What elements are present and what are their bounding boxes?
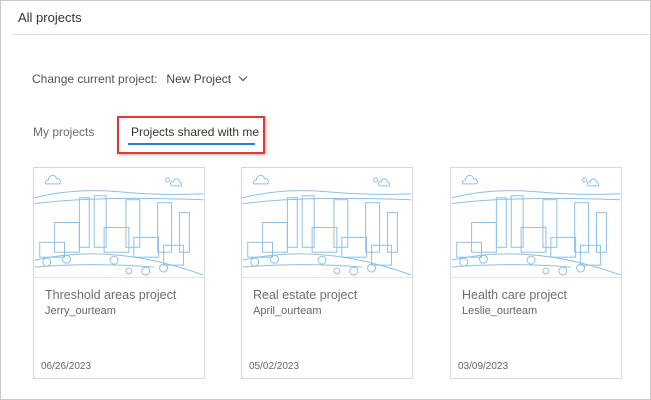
header-divider: [12, 34, 651, 35]
project-date: 06/26/2023: [41, 361, 92, 372]
project-owner: Jerry_ourteam: [45, 305, 116, 317]
chevron-down-icon: [238, 72, 248, 82]
highlight-box: [117, 116, 265, 154]
project-owner: Leslie_ourteam: [462, 305, 538, 317]
project-owner: April_ourteam: [253, 305, 322, 317]
project-name: Health care project: [462, 288, 567, 302]
project-name: Threshold areas project: [45, 288, 177, 302]
current-project-value: New Project: [166, 72, 232, 86]
project-card[interactable]: Real estate project April_ourteam 05/02/…: [241, 167, 413, 379]
change-current-project: Change current project: New Project: [32, 72, 248, 86]
project-date: 03/09/2023: [458, 361, 509, 372]
project-card[interactable]: Threshold areas project Jerry_ourteam 06…: [33, 167, 205, 379]
page-title: All projects: [18, 10, 82, 25]
project-date: 05/02/2023: [249, 361, 300, 372]
city-illustration-icon: [34, 168, 204, 278]
city-illustration-icon: [451, 168, 621, 278]
project-name: Real estate project: [253, 288, 358, 302]
tab-my-projects[interactable]: My projects: [33, 125, 94, 139]
change-project-label: Change current project:: [32, 72, 158, 86]
project-card[interactable]: Health care project Leslie_ourteam 03/09…: [450, 167, 622, 379]
current-project-dropdown[interactable]: New Project: [166, 72, 248, 86]
city-illustration-icon: [242, 168, 412, 278]
